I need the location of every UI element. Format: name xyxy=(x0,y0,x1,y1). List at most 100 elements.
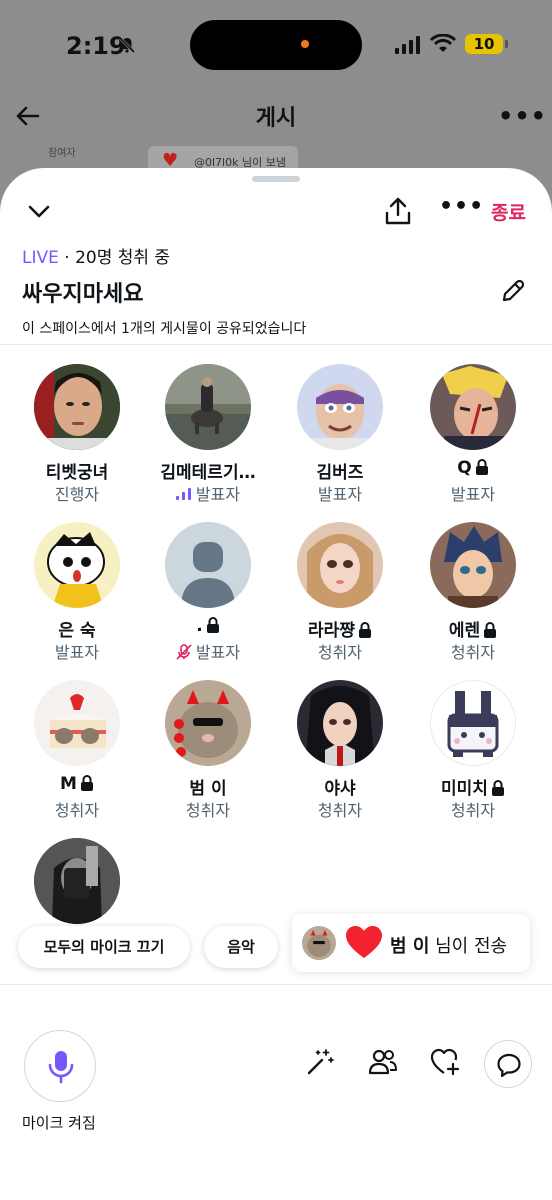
participant-role: 발표자 xyxy=(317,485,363,504)
participant-name: 야샤 xyxy=(324,779,356,799)
lock-icon xyxy=(475,459,488,475)
avatar xyxy=(297,364,383,450)
reaction-sender: 범 이 xyxy=(390,936,430,957)
avatar xyxy=(430,680,516,766)
participant[interactable]: 은 숙 발표자 xyxy=(11,522,143,662)
music-button[interactable]: 음악 xyxy=(204,926,278,968)
participant-role: 발표자 xyxy=(142,639,274,662)
lock-icon xyxy=(80,775,93,791)
participant-role: 발표자 xyxy=(142,481,274,504)
participant-role: 청취자 xyxy=(450,801,496,820)
lock-icon xyxy=(491,780,504,796)
divider xyxy=(0,344,552,345)
status-time: 2:19 xyxy=(66,32,126,60)
avatar xyxy=(430,522,516,608)
participant-name: 범 이 xyxy=(189,779,227,799)
status-bar: 2:19 10 xyxy=(0,0,552,90)
participant-name: 미미치 xyxy=(407,774,539,799)
share-icon[interactable] xyxy=(384,196,412,226)
participant-name: 에렌 xyxy=(407,616,539,641)
heart-plus-icon[interactable] xyxy=(430,1048,460,1076)
mic-status-label: 마이크 켜짐 xyxy=(22,1114,96,1132)
avatar xyxy=(34,522,120,608)
magic-wand-icon[interactable] xyxy=(306,1048,334,1076)
avatar xyxy=(34,838,120,924)
avatar xyxy=(34,680,120,766)
participant-role: 발표자 xyxy=(54,643,100,662)
chevron-down-icon[interactable] xyxy=(26,198,52,224)
participant[interactable]: 범 이 청취자 xyxy=(142,680,274,820)
participant[interactable]: Q 발표자 xyxy=(407,364,539,504)
participant[interactable] xyxy=(11,838,143,924)
reaction-toast: 범 이 님이 전송 xyxy=(292,914,530,972)
avatar xyxy=(34,364,120,450)
lock-icon xyxy=(484,622,497,638)
participant-name: 김버즈 xyxy=(316,463,364,483)
wifi-icon xyxy=(430,34,456,52)
participant-name: 은 숙 xyxy=(58,621,96,641)
cellular-signal-icon xyxy=(395,36,420,54)
participants-icon[interactable] xyxy=(368,1048,398,1076)
participant-name: 티벳궁녀 xyxy=(45,463,109,483)
listener-count: · 20명 청취 중 xyxy=(58,248,171,268)
more-icon[interactable]: ••• xyxy=(498,102,547,130)
comment-button[interactable] xyxy=(484,1040,532,1088)
more-options-icon[interactable]: ••• xyxy=(439,194,484,219)
avatar xyxy=(165,680,251,766)
participant-name: 라라쨩 xyxy=(274,616,406,641)
avatar xyxy=(297,522,383,608)
bell-muted-icon xyxy=(118,36,136,54)
participant[interactable]: 미미치 청취자 xyxy=(407,680,539,820)
speech-bubble-icon xyxy=(497,1053,521,1078)
divider xyxy=(0,984,552,985)
edit-pencil-icon[interactable] xyxy=(500,278,526,304)
participant-role: 청취자 xyxy=(317,643,363,662)
avatar xyxy=(430,364,516,450)
lock-icon xyxy=(358,622,371,638)
background-header: 게시 ••• xyxy=(0,90,552,140)
end-space-button[interactable]: 종료 xyxy=(491,198,526,225)
participant-name: . xyxy=(142,616,274,638)
post-title: 게시 xyxy=(255,106,297,131)
lock-icon xyxy=(206,617,219,633)
participant-name: Q xyxy=(407,458,539,480)
participant-name: M xyxy=(11,774,143,796)
participant[interactable]: 티벳궁녀 진행자 xyxy=(11,364,143,504)
participant[interactable]: 에렌 청취자 xyxy=(407,522,539,662)
live-badge: LIVE xyxy=(22,248,59,268)
participant[interactable]: . 발표자 xyxy=(142,522,274,662)
mute-all-button[interactable]: 모두의 마이크 끄기 xyxy=(18,926,190,968)
participant-role: 청취자 xyxy=(185,801,231,820)
mic-off-icon xyxy=(176,644,192,660)
avatar xyxy=(302,926,336,960)
reaction-suffix: 님이 전송 xyxy=(429,936,508,957)
microphone-button[interactable] xyxy=(24,1030,96,1102)
live-status: LIVE · 20명 청취 중 xyxy=(22,243,170,268)
shared-posts-note[interactable]: 이 스페이스에서 1개의 게시물이 공유되었습니다 xyxy=(22,318,306,338)
participant-role: 청취자 xyxy=(450,643,496,662)
space-title: 싸우지마세요 xyxy=(22,282,144,307)
microphone-icon xyxy=(48,1051,74,1084)
avatar xyxy=(165,364,251,450)
speaking-icon xyxy=(175,488,191,500)
participant-role: 청취자 xyxy=(317,801,363,820)
participant[interactable]: 야샤 청취자 xyxy=(274,680,406,820)
recording-dot xyxy=(301,40,309,48)
space-sheet: ••• 종료 LIVE · 20명 청취 중 싸우지마세요 이 스페이스에서 1… xyxy=(0,168,552,1200)
avatar xyxy=(297,680,383,766)
dynamic-island xyxy=(190,20,362,70)
battery-indicator: 10 xyxy=(465,34,508,54)
participant-role: 청취자 xyxy=(54,801,100,820)
participant-name: 김메테르기… xyxy=(160,463,256,483)
participant-role: 발표자 xyxy=(450,485,496,504)
reaction-text: 범 이 님이 전송 xyxy=(390,932,507,958)
participant[interactable]: M 청취자 xyxy=(11,680,143,820)
default-avatar xyxy=(165,522,251,608)
participant[interactable]: 라라쨩 청취자 xyxy=(274,522,406,662)
participant[interactable]: 김버즈 발표자 xyxy=(274,364,406,504)
participant-role: 진행자 xyxy=(54,485,100,504)
participant[interactable]: 김메테르기… 발표자 xyxy=(142,364,274,504)
heart-icon xyxy=(346,926,382,958)
background-sub-label: 참여자 xyxy=(48,148,76,159)
drag-handle[interactable] xyxy=(252,176,300,182)
